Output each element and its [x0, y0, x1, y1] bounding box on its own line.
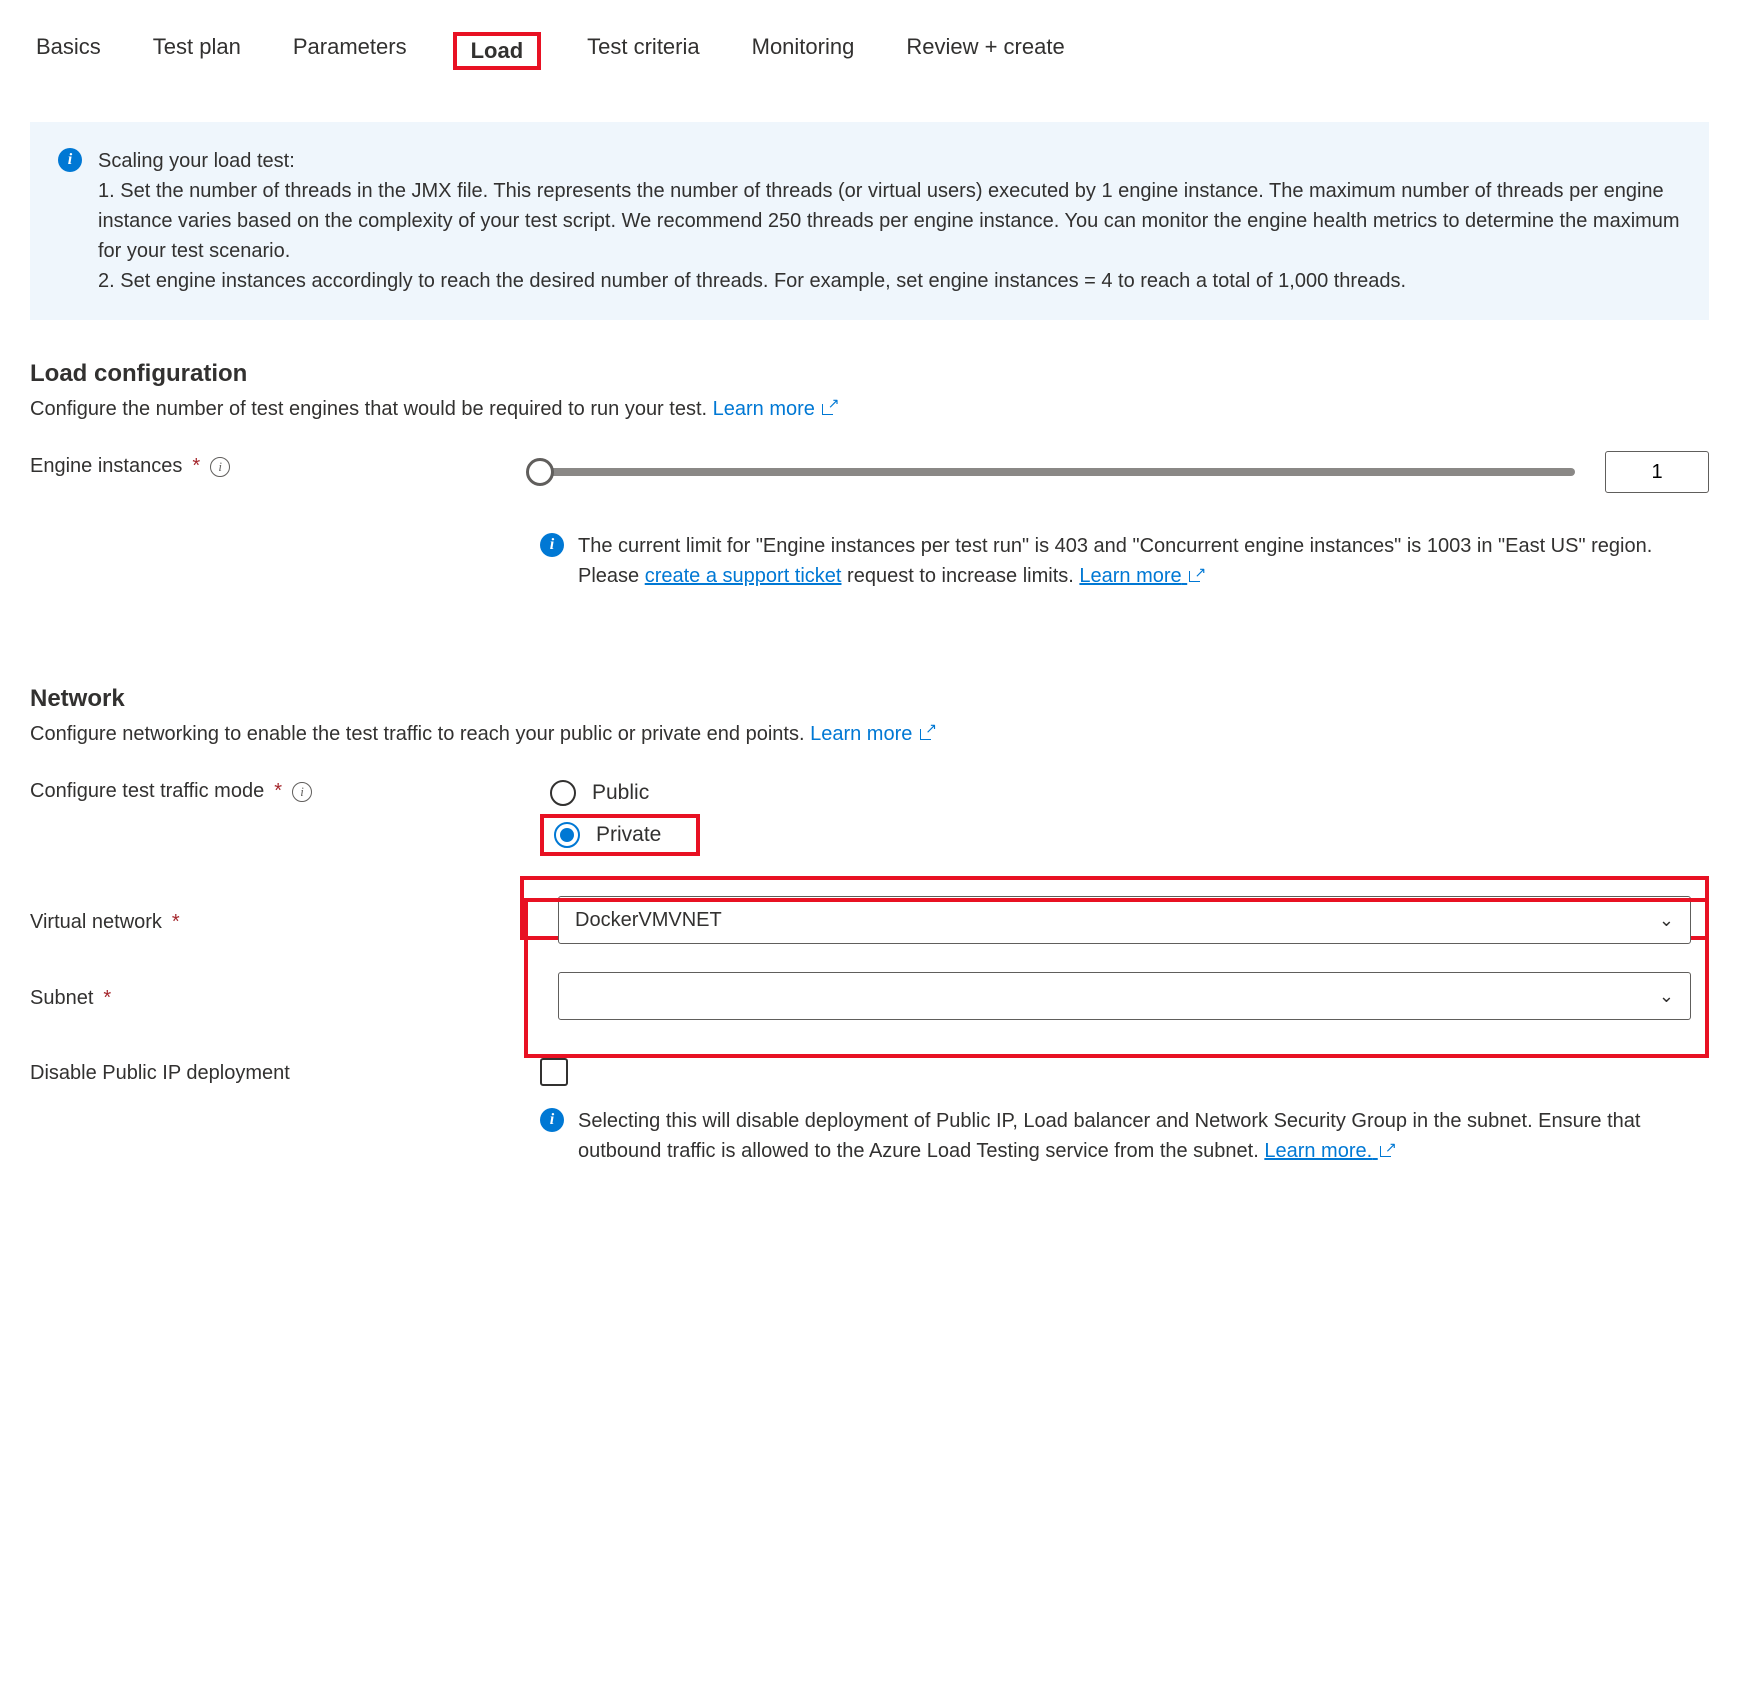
required-indicator: * [274, 780, 282, 803]
radio-private-label: Private [596, 823, 661, 847]
radio-circle [550, 780, 576, 806]
radio-public[interactable]: Public [540, 776, 1709, 810]
limits-learn-more-link[interactable]: Learn more [1079, 565, 1203, 587]
disable-pip-note: Selecting this will disable deployment o… [578, 1106, 1709, 1166]
virtual-network-label: Virtual network [30, 911, 162, 934]
external-link-icon [920, 726, 934, 740]
radio-public-label: Public [592, 781, 649, 805]
radio-private[interactable]: Private [540, 814, 700, 856]
disable-public-ip-label: Disable Public IP deployment [30, 1062, 290, 1085]
traffic-mode-label: Configure test traffic mode [30, 780, 264, 803]
subnet-select[interactable]: ⌄ [558, 972, 1691, 1020]
info-icon: i [540, 533, 564, 557]
network-subtitle: Configure networking to enable the test … [30, 723, 1709, 746]
engine-instances-input[interactable] [1605, 451, 1709, 493]
info-icon: i [540, 1108, 564, 1132]
disable-pip-learn-more-link[interactable]: Learn more. [1264, 1140, 1393, 1162]
required-indicator: * [192, 455, 200, 478]
tab-monitoring[interactable]: Monitoring [746, 32, 861, 70]
info-icon[interactable]: i [210, 457, 230, 477]
create-support-ticket-link[interactable]: create a support ticket [645, 565, 842, 587]
engine-instances-label: Engine instances [30, 455, 182, 478]
subnet-label: Subnet [30, 987, 93, 1010]
load-config-learn-more-link[interactable]: Learn more [713, 398, 837, 420]
required-indicator: * [172, 911, 180, 934]
tab-basics[interactable]: Basics [30, 32, 107, 70]
external-link-icon [1189, 568, 1203, 582]
chevron-down-icon: ⌄ [1659, 910, 1674, 931]
engine-limit-note: The current limit for "Engine instances … [578, 531, 1709, 591]
info-icon: i [58, 148, 82, 172]
scaling-info-panel: i Scaling your load test: 1. Set the num… [30, 122, 1709, 320]
required-indicator: * [103, 987, 111, 1010]
info-icon[interactable]: i [292, 782, 312, 802]
load-config-subtitle: Configure the number of test engines tha… [30, 398, 1709, 421]
tab-load[interactable]: Load [453, 32, 542, 70]
tab-test-plan[interactable]: Test plan [147, 32, 247, 70]
tab-parameters[interactable]: Parameters [287, 32, 413, 70]
virtual-network-select[interactable]: DockerVMVNET ⌄ [558, 896, 1691, 944]
external-link-icon [822, 401, 836, 415]
traffic-mode-radio-group: Public Private [540, 776, 1709, 856]
radio-circle [554, 822, 580, 848]
network-title: Network [30, 685, 1709, 713]
tab-review-create[interactable]: Review + create [900, 32, 1070, 70]
disable-public-ip-checkbox[interactable] [540, 1058, 568, 1086]
engine-instances-slider[interactable] [540, 468, 1575, 476]
virtual-network-value: DockerVMVNET [575, 909, 722, 932]
tab-bar: Basics Test plan Parameters Load Test cr… [30, 32, 1709, 70]
scaling-info-text: Scaling your load test: 1. Set the numbe… [98, 146, 1681, 296]
tab-test-criteria[interactable]: Test criteria [581, 32, 705, 70]
network-learn-more-link[interactable]: Learn more [810, 723, 934, 745]
chevron-down-icon: ⌄ [1659, 986, 1674, 1007]
external-link-icon [1380, 1143, 1394, 1157]
load-config-title: Load configuration [30, 360, 1709, 388]
slider-thumb[interactable] [526, 458, 554, 486]
